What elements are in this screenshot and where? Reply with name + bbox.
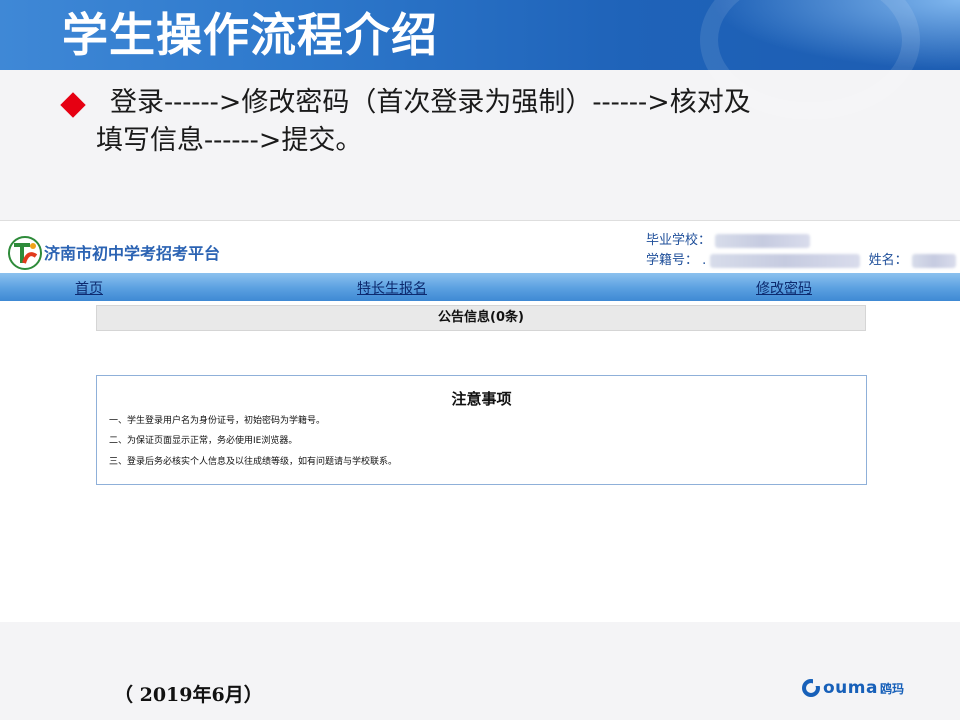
name-label: 姓名：	[868, 253, 908, 268]
red-diamond-bullet-icon	[60, 92, 86, 118]
site-name: 济南市初中学考招考平台	[44, 244, 221, 263]
brand-name-cn: 鸥玛	[879, 681, 904, 696]
site-logo-icon	[8, 236, 42, 270]
nav-home-link[interactable]: 首页	[75, 278, 103, 298]
slide-date: （ 2019年6月）	[114, 684, 263, 706]
brand-name-en: ouma	[823, 678, 878, 698]
note-item: 三、登录后务必核实个人信息及以往成绩等级，如有问题请与学校联系。	[109, 457, 398, 467]
slide-title: 学生操作流程介绍	[62, 8, 438, 62]
ouma-logo: ouma 鸥玛	[802, 676, 904, 700]
school-value-redacted	[715, 233, 811, 248]
nav-talent-signup-link[interactable]: 特长生报名	[357, 278, 427, 298]
main-navbar: 首页 特长生报名 修改密码	[0, 273, 960, 301]
student-id-prefix: .	[702, 253, 707, 268]
name-value-redacted	[911, 253, 956, 268]
note-item: 一、学生登录用户名为身份证号，初始密码为学籍号。	[109, 416, 326, 426]
process-line-2: 填写信息------>提交。	[96, 125, 363, 156]
notes-panel: 注意事项 一、学生登录用户名为身份证号，初始密码为学籍号。 二、为保证页面显示正…	[96, 375, 867, 485]
process-line-1: 登录------>修改密码（首次登录为强制）------>核对及	[110, 87, 751, 118]
notes-title: 注意事项	[451, 390, 512, 408]
school-label: 毕业学校：	[646, 233, 712, 248]
student-id-value-redacted	[710, 253, 861, 268]
school-row: 毕业学校：	[646, 231, 811, 251]
student-id-label: 学籍号：	[646, 253, 699, 268]
website-screenshot: 济南市初中学考招考平台 毕业学校： 学籍号： . 姓名： 首页 特长生报名 修改…	[0, 220, 960, 622]
process-description: 登录------>修改密码（首次登录为强制）------>核对及 填写信息---…	[96, 84, 896, 160]
nav-change-password-link[interactable]: 修改密码	[756, 278, 812, 298]
note-item: 二、为保证页面显示正常，务必使用IE浏览器。	[109, 436, 298, 446]
student-id-row: 学籍号： . 姓名：	[646, 251, 956, 271]
announcement-bar: 公告信息(0条)	[96, 305, 866, 331]
ouma-logo-icon	[802, 679, 820, 697]
